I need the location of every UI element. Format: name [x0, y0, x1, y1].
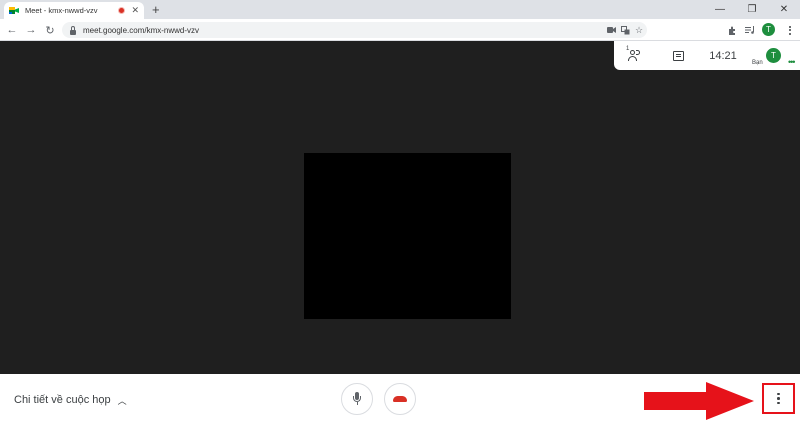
user-avatar[interactable]: T	[766, 48, 781, 63]
more-options-button[interactable]	[762, 383, 795, 414]
translate-icon[interactable]	[618, 22, 632, 38]
meeting-clock: 14:21	[706, 41, 740, 70]
people-icon	[628, 49, 644, 62]
address-bar[interactable]: meet.google.com/kmx-nwwd-vzv ☆	[62, 22, 647, 38]
chat-button[interactable]	[668, 41, 688, 70]
speaking-indicator-icon: •••	[788, 57, 796, 67]
self-video-tile	[304, 153, 511, 319]
browser-menu-icon[interactable]	[782, 19, 798, 41]
window-minimize-button[interactable]: —	[706, 0, 734, 19]
browser-toolbar: ← → ↻ meet.google.com/kmx-nwwd-vzv ☆ T	[0, 19, 800, 41]
meeting-stage: 14:21 1 T Bạn •••	[0, 41, 800, 374]
media-control-icon[interactable]	[742, 19, 758, 41]
annotation-arrow-icon	[644, 382, 754, 420]
url-text[interactable]: meet.google.com/kmx-nwwd-vzv	[83, 26, 199, 35]
back-button[interactable]: ←	[4, 19, 20, 41]
clock-text: 14:21	[709, 49, 737, 62]
recording-indicator-icon	[118, 7, 126, 14]
google-meet-icon	[9, 6, 19, 15]
window-restore-button[interactable]: ❐	[738, 0, 766, 19]
reload-button[interactable]: ↻	[42, 19, 58, 41]
lock-icon	[69, 25, 77, 35]
forward-button[interactable]: →	[23, 19, 39, 41]
microphone-button[interactable]	[341, 383, 373, 415]
meeting-details-label: Chi tiết về cuộc họp	[14, 394, 111, 406]
bookmark-star-icon[interactable]: ☆	[632, 22, 646, 38]
browser-tab-meet[interactable]: Meet - kmx-nwwd-vzv ✕	[4, 2, 144, 19]
window-close-button[interactable]: ✕	[770, 0, 798, 19]
meeting-details-button[interactable]: Chi tiết về cuộc họp ︿	[14, 391, 127, 409]
new-tab-button[interactable]: +	[152, 2, 160, 17]
hangup-icon	[393, 396, 407, 402]
tab-strip: Meet - kmx-nwwd-vzv ✕ + — ❐ ✕	[0, 0, 800, 19]
camera-in-use-icon[interactable]	[604, 22, 618, 38]
tab-title: Meet - kmx-nwwd-vzv	[25, 6, 98, 15]
chevron-up-icon: ︿	[117, 395, 127, 406]
profile-avatar-button[interactable]: T	[762, 23, 775, 36]
chat-icon	[672, 50, 684, 61]
microphone-icon	[353, 392, 361, 406]
more-vertical-icon	[777, 392, 780, 405]
leave-call-button[interactable]	[384, 383, 416, 415]
you-label: Bạn	[752, 60, 763, 66]
tab-close-button[interactable]: ✕	[131, 6, 139, 15]
extensions-icon[interactable]	[724, 19, 740, 41]
participant-count-badge: 1	[626, 46, 630, 52]
